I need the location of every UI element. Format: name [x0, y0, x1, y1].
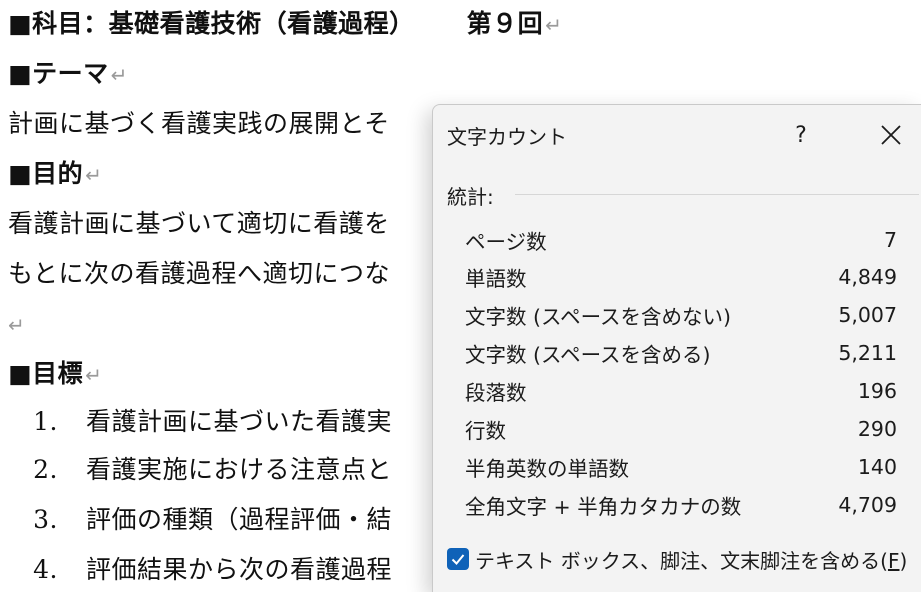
goal-item: 3. 評価の種類（過程評価・結	[8, 503, 392, 537]
goal-number: 4.	[33, 555, 58, 584]
stat-label: 全角文字 + 半角カタカナの数	[465, 495, 742, 519]
stat-value: 290	[857, 417, 897, 441]
dialog-titlebar[interactable]: 文字カウント ?	[433, 105, 921, 165]
stat-row-lines: 行数 290	[465, 413, 897, 445]
help-icon: ?	[795, 122, 807, 148]
paragraph-mark-icon: ↵	[110, 63, 128, 87]
dialog-title: 文字カウント	[447, 125, 567, 149]
goal-item: 1. 看護計画に基づいた看護実	[8, 405, 392, 439]
checkbox-label-text: テキスト ボックス、脚注、文末脚注を含める(	[475, 548, 888, 573]
purpose-text-line2: もとに次の看護過程へ適切につな	[8, 259, 391, 288]
checkbox-label-close: )	[899, 548, 908, 573]
word-count-dialog: 文字カウント ? 統計: ページ数 7 単語数 4,849 文字数 (スペースを…	[432, 104, 921, 592]
stat-label: 半角英数の単語数	[465, 457, 629, 481]
stat-row-paragraphs: 段落数 196	[465, 375, 897, 407]
stats-section-label: 統計:	[447, 185, 494, 209]
goal-item: 4. 評価結果から次の看護過程	[8, 553, 392, 587]
subject-title: ■科目：基礎看護技術（看護過程）	[8, 9, 415, 38]
goal-number: 1.	[33, 407, 58, 436]
stat-value: 4,849	[838, 265, 897, 289]
paragraph-mark-icon: ↵	[85, 363, 103, 387]
goals-heading-line: ■目標 ↵	[8, 357, 102, 392]
paragraph-mark-icon: ↵	[85, 163, 103, 187]
stat-row-pages: ページ数 7	[465, 224, 897, 256]
subject-title-line: ■科目：基礎看護技術（看護過程） 第９回 ↵	[8, 7, 562, 42]
stat-value: 196	[857, 379, 897, 403]
stat-label: 段落数	[465, 381, 527, 405]
goal-text: 看護計画に基づいた看護実	[86, 407, 393, 436]
checkbox-label: テキスト ボックス、脚注、文末脚注を含める(F)	[475, 545, 907, 574]
checkmark-icon	[451, 554, 465, 565]
stat-value: 5,211	[838, 341, 897, 365]
theme-heading-line: ■テーマ ↵	[8, 57, 128, 92]
stat-row-fullwidth-chars: 全角文字 + 半角カタカナの数 4,709	[465, 489, 897, 521]
stat-label: 単語数	[465, 267, 527, 291]
stat-label: 文字数 (スペースを含めない)	[465, 305, 732, 329]
purpose-heading: ■目的	[8, 159, 84, 188]
stat-value: 140	[857, 455, 897, 479]
stat-label: 文字数 (スペースを含める)	[465, 343, 711, 367]
help-button[interactable]: ?	[783, 117, 819, 153]
goal-number: 2.	[33, 455, 58, 484]
purpose-heading-line: ■目的 ↵	[8, 157, 102, 192]
stat-label: ページ数	[465, 230, 547, 254]
goal-text: 評価の種類（過程評価・結	[86, 505, 393, 534]
stat-row-halfwidth-words: 半角英数の単語数 140	[465, 451, 897, 483]
paragraph-mark-icon: ↵	[8, 313, 26, 337]
theme-text: 計画に基づく看護実践の展開とそ	[8, 109, 390, 138]
stat-value: 7	[883, 228, 897, 252]
stats-divider	[515, 194, 919, 195]
stat-value: 4,709	[838, 493, 897, 517]
stat-value: 5,007	[838, 303, 897, 327]
checkbox-checked[interactable]	[447, 548, 469, 570]
paragraph-mark-icon: ↵	[545, 13, 563, 37]
purpose-text-line1: 看護計画に基づいて適切に看護を	[8, 209, 390, 238]
goal-number: 3.	[33, 505, 58, 534]
goal-text: 看護実施における注意点と	[86, 455, 393, 484]
goal-text: 評価結果から次の看護過程	[86, 555, 393, 584]
stat-row-words: 単語数 4,849	[465, 261, 897, 293]
close-button[interactable]	[873, 117, 909, 153]
goals-heading: ■目標	[8, 359, 84, 388]
empty-paragraph: ↵	[8, 307, 25, 342]
theme-heading: ■テーマ	[8, 59, 109, 88]
session-number: 第９回	[466, 9, 544, 38]
include-textboxes-footnotes-checkbox[interactable]: テキスト ボックス、脚注、文末脚注を含める(F)	[447, 545, 907, 573]
close-icon	[881, 125, 901, 145]
goal-item: 2. 看護実施における注意点と	[8, 453, 392, 487]
stat-row-chars-no-spaces: 文字数 (スペースを含めない) 5,007	[465, 299, 897, 331]
checkbox-access-key: F	[887, 548, 900, 573]
stat-label: 行数	[465, 419, 506, 443]
stat-row-chars-with-spaces: 文字数 (スペースを含める) 5,211	[465, 337, 897, 369]
